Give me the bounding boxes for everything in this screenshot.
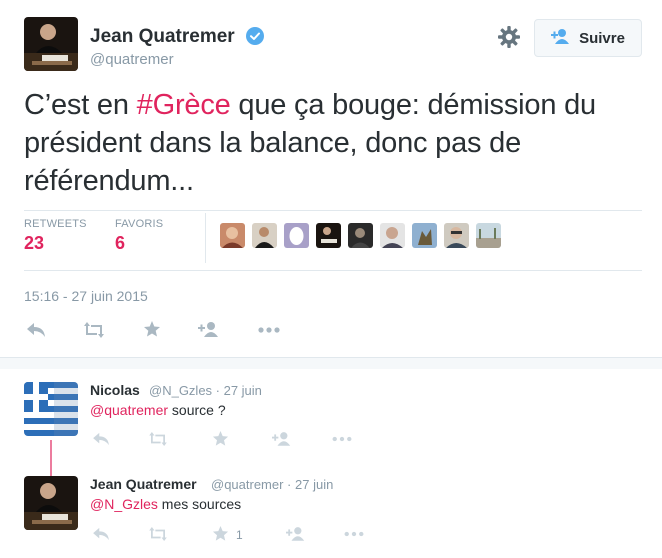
reply-text: @N_Gzles mes sources [90,496,241,512]
reply-avatar[interactable] [24,382,78,436]
divider [24,210,642,211]
mention-link[interactable]: @N_Gzles [90,496,158,512]
author-handle[interactable]: @quatremer [90,51,174,68]
favoriter-avatar[interactable] [316,223,341,248]
favoriter-avatar[interactable] [444,223,469,248]
tweet-timestamp[interactable]: 15:16 - 27 juin 2015 [24,288,148,304]
add-person-icon[interactable] [198,321,220,337]
retweets-label[interactable]: RETWEETS [24,218,87,230]
more-dots-icon[interactable] [332,436,352,442]
follow-button[interactable]: Suivre [534,19,642,57]
favoriter-avatar[interactable] [348,223,373,248]
add-person-icon[interactable] [286,526,306,541]
retweet-icon[interactable] [83,322,105,338]
star-icon[interactable] [143,320,161,338]
favorites-count[interactable]: 6 [115,233,125,254]
favoriter-avatar[interactable] [412,223,437,248]
gear-icon[interactable] [496,24,522,50]
reply-icon[interactable] [26,322,46,338]
reply-meta[interactable]: @quatremer · 27 juin [211,477,333,492]
favoriter-avatar[interactable] [252,223,277,248]
favorites-label[interactable]: FAVORIS [115,218,163,230]
reply-author-name[interactable]: Nicolas [90,382,140,398]
follow-label: Suivre [579,29,625,47]
favoriter-avatar[interactable] [380,223,405,248]
reply-icon[interactable] [92,527,110,541]
reply-body: source ? [168,402,226,418]
reply-avatar[interactable] [24,476,78,530]
author-avatar[interactable] [24,17,78,71]
retweets-count[interactable]: 23 [24,233,44,254]
reply-author-name[interactable]: Jean Quatremer [90,476,197,492]
reply-body: mes sources [157,496,242,512]
reply-text: @quatremer source ? [90,402,226,418]
replies-separator [0,357,662,369]
favoriter-avatar[interactable] [284,223,309,248]
retweet-icon[interactable] [148,527,168,541]
reply-meta[interactable]: @N_Gzles · 27 juin [149,383,262,398]
tweet-text-before: C’est en [24,89,137,121]
verified-badge-icon [246,27,264,45]
add-person-icon [551,28,571,49]
star-icon[interactable] [212,430,229,447]
hashtag-link[interactable]: #Grèce [137,89,231,121]
mention-link[interactable]: @quatremer [90,402,168,418]
author-name[interactable]: Jean Quatremer [90,26,235,48]
tweet-text: C’est en #Grèce que ça bouge: démission … [24,86,644,200]
retweet-icon[interactable] [148,432,168,446]
more-dots-icon[interactable] [258,327,280,333]
add-person-icon[interactable] [272,431,292,446]
star-icon[interactable] [212,525,229,542]
favorite-count[interactable]: 1 [236,528,243,542]
favoriter-avatar[interactable] [476,223,501,248]
divider [24,270,642,271]
more-dots-icon[interactable] [344,531,364,537]
stats-separator [205,213,206,263]
favoriter-avatar[interactable] [220,223,245,248]
reply-icon[interactable] [92,432,110,446]
conversation-thread-line [50,440,52,476]
